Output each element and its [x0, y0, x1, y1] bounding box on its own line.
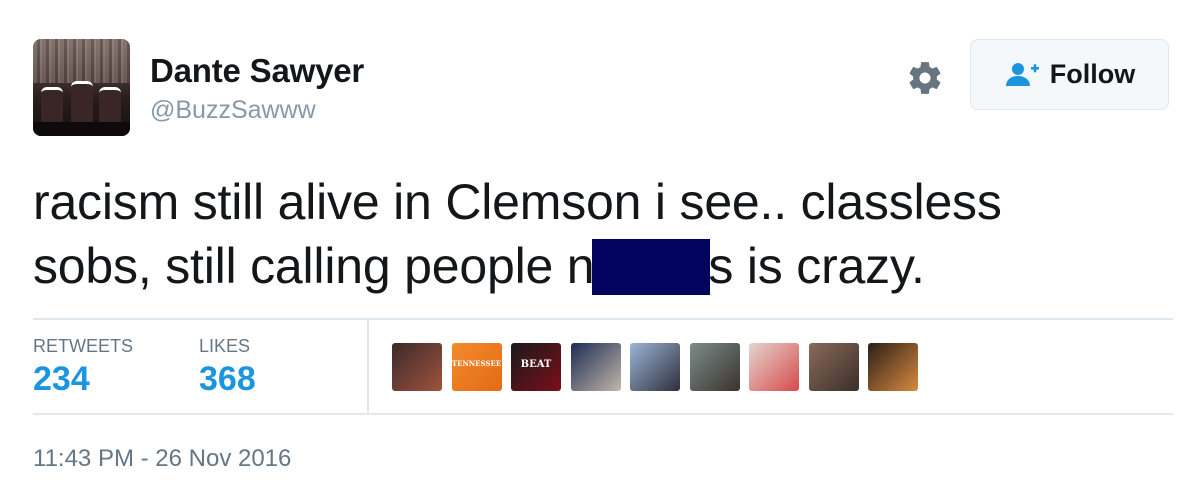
liker-avatar-8[interactable]	[808, 343, 859, 391]
likes-label[interactable]: LIKES	[199, 336, 250, 357]
profile-avatar[interactable]	[33, 39, 130, 136]
liker-avatar-text: TENNESSEE	[451, 359, 502, 368]
follow-button[interactable]: Follow	[970, 39, 1169, 110]
gear-icon-graphic	[909, 62, 941, 94]
stats-vertical-divider	[367, 320, 369, 413]
user-handle[interactable]: @BuzzSawww	[150, 96, 316, 125]
stats-top-divider	[33, 318, 1173, 320]
avatar-player-figure	[41, 87, 63, 124]
liker-avatar-3[interactable]: BEAT	[511, 343, 561, 391]
liker-avatar-4[interactable]	[570, 343, 621, 391]
liker-avatar-9[interactable]	[868, 343, 918, 391]
avatar-player-figure	[99, 87, 121, 124]
tweet-line-2-end: s is crazy.	[708, 238, 925, 294]
liker-avatar-1[interactable]	[392, 343, 442, 391]
liker-avatar-text: BEAT	[520, 359, 552, 370]
tweet-line-2-start: sobs, still calling people n	[33, 238, 595, 294]
tweet-line-1: racism still alive in Clemson i see.. cl…	[33, 174, 1002, 230]
add-user-icon	[1005, 62, 1039, 86]
retweets-label[interactable]: RETWEETS	[33, 336, 133, 357]
liker-avatar-7[interactable]	[749, 343, 799, 391]
liker-avatar-6[interactable]	[689, 343, 740, 391]
retweets-count[interactable]: 234	[33, 360, 90, 399]
tweet-text: racism still alive in Clemson i see.. cl…	[33, 170, 1153, 298]
avatar-dark-band	[33, 122, 130, 136]
tweet-timestamp[interactable]: 11:43 PM - 26 Nov 2016	[33, 445, 291, 473]
follow-button-label: Follow	[1049, 59, 1136, 89]
user-display-name[interactable]: Dante Sawyer	[150, 52, 364, 90]
liker-avatar-2[interactable]: TENNESSEE	[451, 343, 502, 391]
avatar-crowd-background	[33, 39, 130, 83]
likes-count[interactable]: 368	[199, 360, 256, 399]
stats-bottom-divider	[33, 413, 1173, 415]
redaction-box	[592, 239, 711, 295]
liker-avatar-5[interactable]	[630, 343, 680, 391]
avatar-player-figure	[71, 81, 93, 124]
gear-icon[interactable]	[905, 58, 945, 98]
tweet-line-2: sobs, still calling people n s is crazy.	[33, 234, 1153, 298]
